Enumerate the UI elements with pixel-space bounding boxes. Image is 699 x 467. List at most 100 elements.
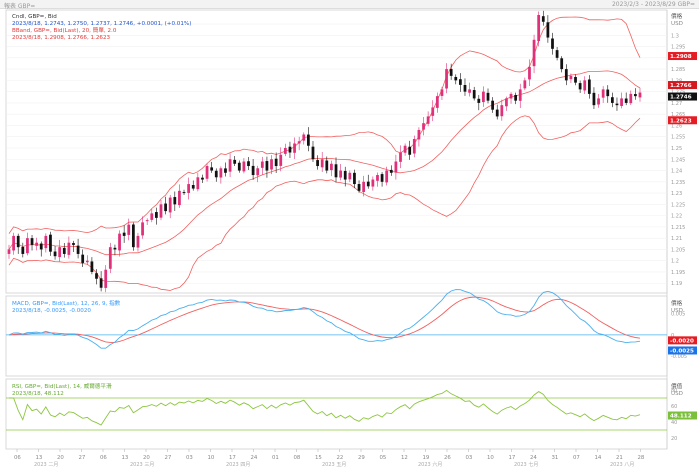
candle-body: [564, 69, 568, 81]
candle-body: [12, 235, 15, 251]
candle-body: [528, 66, 531, 80]
macd-axis-header-2: USD: [671, 308, 683, 314]
candle-body: [201, 177, 204, 180]
candle-body: [21, 246, 25, 254]
candle-body: [399, 152, 402, 162]
x-day-label: 10: [208, 455, 215, 461]
candle-body: [417, 129, 421, 140]
candle-body: [560, 58, 564, 70]
rsi-tick-label: 20: [671, 436, 677, 442]
candle-body: [634, 94, 637, 97]
price-tick-label: 1.19: [671, 281, 682, 287]
price-tick-label: 1.2: [671, 259, 679, 265]
x-day-label: 13: [122, 455, 129, 461]
candle-body: [454, 76, 458, 81]
candle-body: [293, 143, 296, 153]
x-day-label: 03: [466, 455, 473, 461]
price-tick-label: 1.255: [671, 135, 685, 141]
candle-body: [339, 170, 343, 178]
candle-body: [118, 233, 121, 251]
candle-body: [76, 245, 80, 254]
candle-body: [426, 116, 430, 124]
candle-body: [7, 249, 11, 254]
candle-body: [251, 165, 255, 176]
macd-axis-header-1: 價格: [671, 299, 683, 307]
candle-body: [597, 98, 600, 105]
candle-body: [297, 141, 301, 144]
candle-body: [247, 161, 250, 167]
window-date-range: 2023/2/3 - 2023/8/29 GBP=: [611, 1, 695, 8]
candle-body: [99, 278, 103, 288]
x-month-label: 2023 八月: [610, 462, 634, 467]
price-tick-label: 1.27: [671, 101, 682, 107]
candle-body: [95, 273, 98, 279]
x-day-label: 10: [487, 455, 494, 461]
candle-body: [472, 90, 476, 99]
financial-chart[interactable]: 1.31.2951.291.2851.281.2751.271.2651.261…: [0, 9, 699, 467]
macd-panel[interactable]: [5, 295, 668, 377]
macd-legend-line-1: MACD, GBP=, Bid(Last), 12, 26, 9, 指數: [12, 299, 121, 307]
x-day-label: 24: [251, 455, 258, 461]
candle-body: [366, 181, 370, 187]
candle-body: [30, 238, 34, 245]
price-tick-label: 1.22: [671, 214, 682, 220]
candle-body: [316, 160, 319, 167]
candle-body: [343, 170, 347, 180]
x-day-label: 28: [638, 455, 645, 461]
candle: [108, 242, 112, 274]
price-panel[interactable]: [5, 9, 668, 294]
candle-body: [629, 93, 633, 104]
candle-body: [182, 192, 186, 194]
bband-upper-tag: 1.2908: [668, 52, 697, 60]
candle-body: [260, 161, 264, 168]
x-day-label: 08: [294, 455, 301, 461]
candle-body: [141, 222, 144, 236]
x-day-label: 06: [100, 455, 107, 461]
candle-body: [108, 247, 112, 269]
candle-body: [113, 247, 117, 250]
price-tick-label: 1.215: [671, 225, 685, 231]
candle-body: [518, 89, 522, 101]
macd-signal-tag-label: -0.0020: [670, 339, 694, 345]
legend-line-4: 2023/8/18, 1.2908, 1.2766, 1.2623: [12, 35, 111, 41]
candle-body: [44, 235, 48, 249]
candle-body: [58, 247, 62, 258]
candle-body: [353, 172, 356, 185]
candle-body: [187, 184, 191, 193]
candle-body: [523, 80, 527, 89]
rsi-axis-header-2: USD: [671, 391, 683, 397]
candle-body: [491, 100, 494, 110]
candle-body: [265, 161, 269, 171]
x-month-label: 2023 七月: [514, 461, 538, 467]
x-day-label: 29: [358, 455, 365, 461]
candle-body: [214, 170, 218, 178]
rsi-axis-header-1: 價值: [671, 382, 683, 390]
price-tick-label: 1.295: [671, 45, 685, 51]
x-axis: 06 13 20 27 06 13 20 27 03 10 17 24 01 08 15 22 29 05 12 19…: [14, 449, 645, 467]
candle-body: [555, 50, 559, 58]
candle-body: [62, 247, 66, 254]
price-tick-label: 1.21: [671, 236, 682, 242]
candle-body: [279, 154, 283, 166]
x-month-label: 2023 四月: [226, 462, 250, 467]
candle-body: [412, 138, 416, 154]
x-day-label: 31: [552, 455, 559, 461]
candle-body: [610, 97, 614, 103]
candle-body: [49, 234, 52, 252]
candle-body: [155, 212, 158, 218]
x-day-label: 20: [57, 455, 64, 461]
candle-body: [306, 134, 310, 146]
x-day-label: 19: [423, 455, 430, 461]
candle-body: [509, 93, 513, 99]
candle-body: [362, 181, 366, 193]
candle-body: [164, 203, 167, 212]
candle-body: [537, 15, 541, 42]
x-day-label: 12: [401, 455, 408, 461]
candle-body: [551, 38, 554, 49]
x-day-label: 22: [337, 455, 344, 461]
candle-body: [620, 98, 623, 106]
rsi-tick-label: 40: [671, 420, 677, 426]
price-tick-label: 1.195: [671, 270, 685, 276]
price-tick-label: 1.3: [671, 33, 679, 39]
candle-body: [357, 184, 361, 191]
